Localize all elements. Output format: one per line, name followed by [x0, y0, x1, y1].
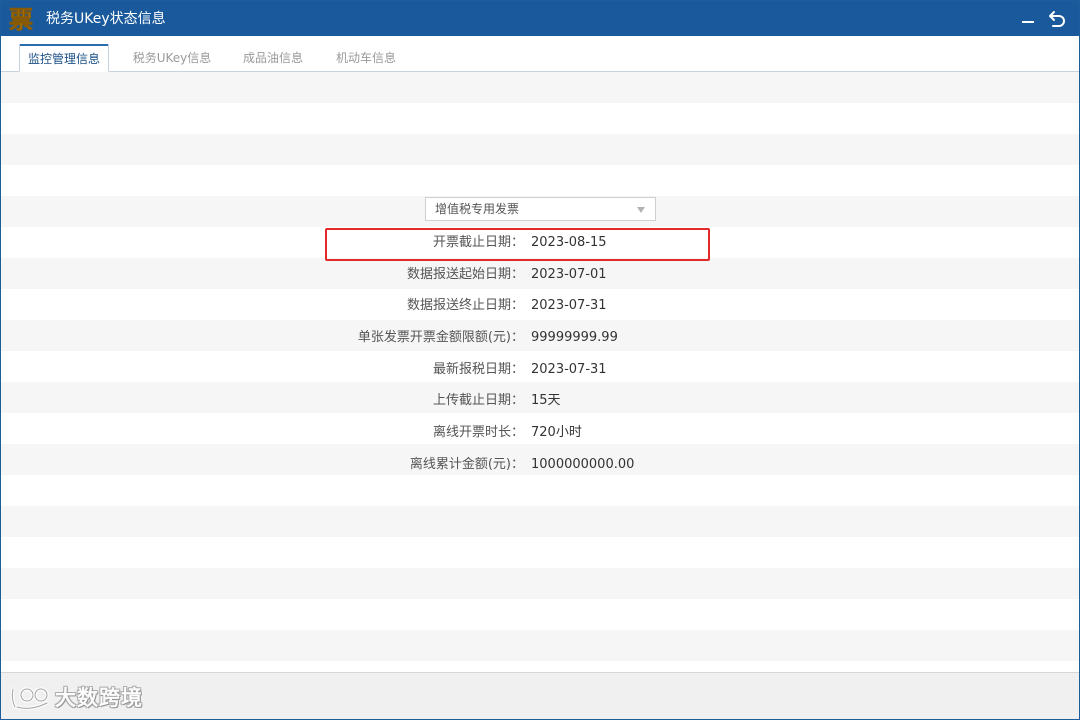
info-row-value: 2023-07-31 — [531, 362, 607, 377]
info-row-report-start-date: 数据报送起始日期： 2023-07-01 — [1, 259, 1079, 290]
title-bar: 票 税务UKey状态信息 — [1, 1, 1079, 36]
info-row-label: 离线开票时长： — [432, 425, 524, 440]
info-row-label: 数据报送终止日期： — [406, 298, 524, 313]
info-row-label: 开票截止日期： — [432, 235, 524, 250]
info-row-label: 数据报送起始日期： — [406, 267, 524, 282]
watermark-text: 大数跨境 — [55, 686, 143, 710]
tab-bar: 监控管理信息 税务UKey信息 成品油信息 机动车信息 — [1, 36, 1079, 72]
status-bar: 大数跨境 — [1, 672, 1079, 719]
info-row-value: 2023-07-01 — [531, 267, 607, 282]
info-row-latest-tax-report-date: 最新报税日期： 2023-07-31 — [1, 354, 1079, 385]
app-logo-glyph: 票 — [9, 6, 33, 32]
info-row-value: 15天 — [531, 393, 561, 408]
info-row-value: 1000000000.00 — [531, 457, 635, 472]
back-arrow-icon — [1049, 11, 1065, 27]
info-row-label: 离线累计金额(元)： — [409, 457, 524, 472]
info-row-upload-deadline: 上传截止日期： 15天 — [1, 385, 1079, 416]
info-row-invoice-deadline: 开票截止日期： 2023-08-15 — [1, 227, 1079, 258]
back-button[interactable] — [1047, 8, 1069, 30]
minimize-icon — [1022, 21, 1034, 23]
content-panel: 增值税专用发票 开票截止日期： 2023-08-15 数据报送起始日期： 202… — [1, 72, 1079, 672]
app-window: 票 税务UKey状态信息 监控管理信息 税务UKey信息 成品油信息 机动车信息… — [0, 0, 1080, 720]
info-row-value: 99999999.99 — [531, 330, 618, 345]
info-row-label: 单张发票开票金额限额(元)： — [357, 330, 524, 345]
watermark-logo-icon — [10, 687, 49, 711]
info-row-value: 2023-08-15 — [531, 235, 607, 250]
tab-monitor-management[interactable]: 监控管理信息 — [19, 44, 109, 72]
info-row-report-end-date: 数据报送终止日期： 2023-07-31 — [1, 290, 1079, 321]
info-row-single-invoice-limit: 单张发票开票金额限额(元)： 99999999.99 — [1, 322, 1079, 353]
info-row-value: 2023-07-31 — [531, 298, 607, 313]
info-row-offline-duration: 离线开票时长： 720小时 — [1, 417, 1079, 448]
tab-ukey-info[interactable]: 税务UKey信息 — [126, 45, 218, 71]
minimize-button[interactable] — [1017, 8, 1039, 30]
app-logo-icon: 票 — [7, 6, 35, 34]
invoice-type-select-value: 增值税专用发票 — [435, 202, 520, 216]
tab-motor-vehicle-info[interactable]: 机动车信息 — [327, 45, 405, 71]
window-title: 税务UKey状态信息 — [46, 11, 166, 27]
info-row-label: 上传截止日期： — [432, 393, 524, 408]
info-row-offline-total-amount: 离线累计金额(元)： 1000000000.00 — [1, 449, 1079, 480]
info-row-value: 720小时 — [531, 425, 582, 440]
chevron-down-icon — [637, 207, 645, 213]
info-row-label: 最新报税日期： — [432, 362, 524, 377]
tab-refined-oil-info[interactable]: 成品油信息 — [235, 45, 311, 71]
invoice-type-select[interactable]: 增值税专用发票 — [425, 197, 656, 221]
